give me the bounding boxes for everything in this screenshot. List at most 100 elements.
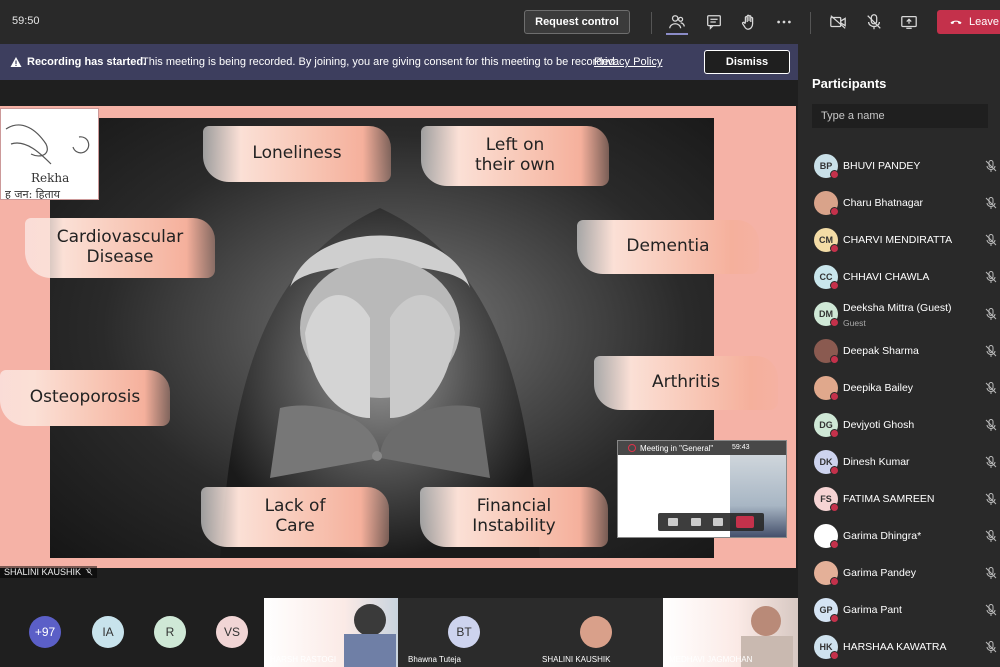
mic-off-icon	[985, 567, 997, 579]
pip-title: Meeting in "General"	[640, 443, 714, 453]
video-tile[interactable]: MEDHAVI JAGMOHAN	[663, 598, 798, 667]
pip-controls	[658, 513, 764, 531]
participant-row[interactable]: Deepak Sharma	[798, 333, 1000, 370]
toolbar-divider	[810, 12, 811, 34]
participant-face	[751, 606, 781, 636]
participant-row[interactable]: HK HARSHAA KAWATRA	[798, 629, 1000, 666]
presence-status-icon	[830, 244, 839, 253]
panel-title: Participants	[812, 76, 887, 91]
camera-off-icon[interactable]	[828, 12, 848, 32]
avatar[interactable]: VS	[216, 616, 248, 648]
tile-name: Bhawna Tuteja	[408, 655, 461, 664]
leave-button[interactable]: Leave	[937, 10, 1000, 34]
logo-subtitle: ह जन: हिताय	[5, 188, 60, 200]
label-osteoporosis: Osteoporosis	[0, 370, 170, 426]
pip-header: Meeting in "General" 59:43	[618, 441, 786, 455]
meeting-toolbar: 59:50 Request control Leave	[0, 0, 1000, 44]
participant-row[interactable]: BP BHUVI PANDEY	[798, 148, 1000, 185]
mic-off-icon	[985, 456, 997, 468]
search-input[interactable]	[812, 104, 988, 128]
video-tile[interactable]: SHALINI KAUSHIK	[530, 598, 663, 667]
label-left-on-their-own: Left on their own	[421, 126, 609, 186]
privacy-policy-link[interactable]: Privacy Policy	[594, 56, 662, 68]
avatar: CC	[814, 265, 839, 290]
avatar	[814, 376, 839, 401]
avatar[interactable]: IA	[92, 616, 124, 648]
participant-row[interactable]: CM CHARVI MENDIRATTA	[798, 222, 1000, 259]
recording-icon	[628, 444, 636, 452]
participant-role: Guest	[843, 318, 866, 328]
dismiss-button[interactable]: Dismiss	[704, 50, 790, 74]
share-screen-icon[interactable]	[899, 12, 919, 32]
participant-name: Devjyoti Ghosh	[843, 419, 915, 431]
more-options-icon[interactable]	[774, 12, 794, 32]
presence-status-icon	[830, 540, 839, 549]
mic-off-icon	[985, 493, 997, 505]
label-loneliness: Loneliness	[203, 126, 391, 182]
label-arthritis: Arthritis	[594, 356, 778, 410]
mic-off-icon	[985, 197, 997, 209]
pip-camera-icon[interactable]	[668, 518, 679, 526]
pip-hang-up-icon[interactable]	[735, 516, 754, 528]
banner-text: This meeting is being recorded. By joini…	[142, 56, 618, 68]
participant-row[interactable]: Charu Bhatnagar	[798, 185, 1000, 222]
participant-row[interactable]: DM Deeksha Mittra (Guest) Guest	[798, 296, 1000, 333]
logo-text: Rekha	[31, 171, 70, 185]
pip-share-icon[interactable]	[713, 518, 724, 526]
meeting-timer: 59:50	[12, 15, 40, 27]
label-lack-of-care: Lack of Care	[201, 487, 389, 547]
avatar: DM	[814, 302, 839, 327]
hands-logo-icon	[5, 124, 90, 165]
participant-name: CHHAVI CHAWLA	[843, 271, 930, 283]
presence-status-icon	[830, 170, 839, 179]
participant-row[interactable]: DG Devjyoti Ghosh	[798, 407, 1000, 444]
presence-status-icon	[830, 355, 839, 364]
toolbar-divider	[651, 12, 652, 34]
video-tile[interactable]: HARSH RASTOGI	[264, 598, 398, 667]
active-tab-indicator	[666, 33, 688, 35]
presence-status-icon	[830, 651, 839, 660]
raise-hand-icon[interactable]	[739, 12, 759, 32]
avatar	[814, 524, 839, 549]
participant-row[interactable]: Garima Pandey	[798, 555, 1000, 592]
tile-name: HARSH RASTOGI	[270, 655, 337, 664]
mic-off-icon	[985, 604, 997, 616]
avatar[interactable]: R	[154, 616, 186, 648]
participant-face	[354, 604, 386, 636]
meeting-pip-window[interactable]: Meeting in "General" 59:43	[617, 440, 787, 538]
pip-mic-icon[interactable]	[690, 518, 701, 526]
mic-off-icon[interactable]	[864, 12, 884, 32]
participants-icon[interactable]	[667, 12, 687, 32]
participant-name: CHARVI MENDIRATTA	[843, 234, 953, 246]
participant-name: HARSHAA KAWATRA	[843, 641, 947, 653]
presence-status-icon	[830, 466, 839, 475]
request-control-button[interactable]: Request control	[524, 10, 630, 34]
avatar	[580, 616, 612, 648]
participant-row[interactable]: FS FATIMA SAMREEN	[798, 481, 1000, 518]
participant-row[interactable]: GP Garima Pant	[798, 592, 1000, 629]
presence-status-icon	[830, 392, 839, 401]
presence-status-icon	[830, 577, 839, 586]
participant-row[interactable]: Deepika Bailey	[798, 370, 1000, 407]
participant-row[interactable]: Garima Dhingra*	[798, 518, 1000, 555]
more-participants-avatar[interactable]: +97	[29, 616, 61, 648]
participant-row[interactable]: CC CHHAVI CHAWLA	[798, 259, 1000, 296]
presence-status-icon	[830, 614, 839, 623]
tile-name: MEDHAVI JAGMOHAN	[669, 655, 753, 664]
warning-icon	[10, 57, 22, 67]
presenter-name-label: SHALINI KAUSHIK	[0, 566, 98, 578]
chat-icon[interactable]	[704, 12, 724, 32]
avatar: BT	[448, 616, 480, 648]
participant-name: Garima Pandey	[843, 567, 916, 579]
mic-off-icon	[985, 345, 997, 357]
label-financial-instability: Financial Instability	[420, 487, 608, 547]
avatar: HK	[814, 635, 839, 660]
participant-row[interactable]: DK Dinesh Kumar	[798, 444, 1000, 481]
video-tile[interactable]: BT Bhawna Tuteja	[398, 598, 530, 667]
mic-off-icon	[985, 308, 997, 320]
participant-name: BHUVI PANDEY	[843, 160, 921, 172]
avatar: DK	[814, 450, 839, 475]
mic-off-icon	[985, 530, 997, 542]
leave-label: Leave	[969, 16, 999, 28]
participant-name: Deepika Bailey	[843, 382, 914, 394]
